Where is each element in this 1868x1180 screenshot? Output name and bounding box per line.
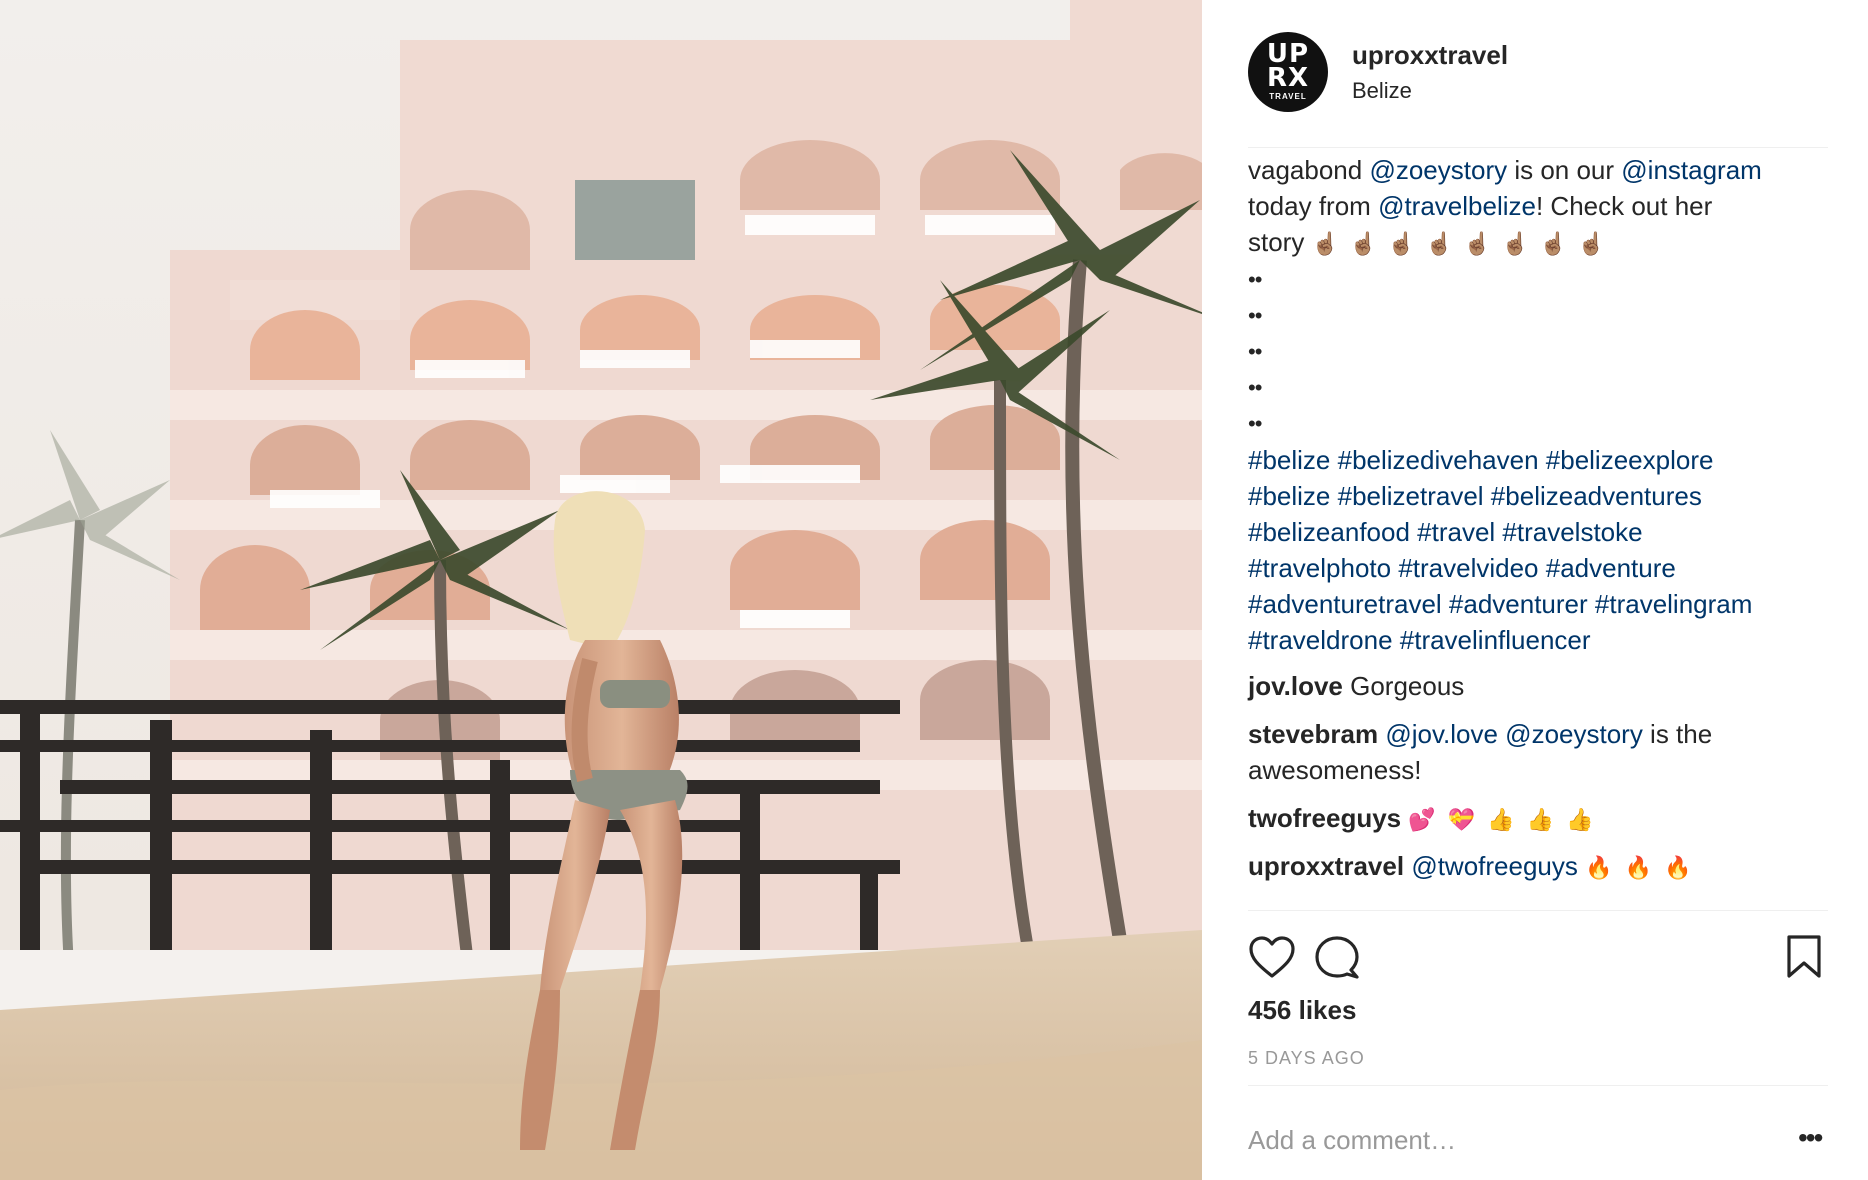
hashtag-line[interactable]: #belizeanfood #travel #travelstoke: [1248, 514, 1848, 550]
mention-travelbelize[interactable]: @travelbelize: [1378, 191, 1536, 221]
caption-dots-2: ••: [1248, 303, 1262, 328]
avatar-text-line3: TRAVEL: [1269, 92, 1307, 101]
add-comment-input[interactable]: [1248, 1120, 1748, 1160]
avatar-text-line2: RX: [1266, 63, 1310, 93]
gift-heart-emoji: 💝: [1447, 807, 1476, 832]
bookmark-icon: [1787, 935, 1821, 978]
save-button[interactable]: [1785, 934, 1823, 985]
thumbs-up-emoji: 👍: [1487, 807, 1515, 832]
mention-instagram[interactable]: @instagram: [1621, 155, 1762, 185]
fire-emoji: 🔥: [1585, 855, 1613, 880]
caption-line-2: today from @travelbelize! Check out her: [1248, 188, 1848, 224]
pointing-up-hand-emoji: ☝🏽: [1425, 231, 1453, 256]
more-options-icon[interactable]: •••: [1798, 1124, 1823, 1152]
comment-mention[interactable]: @twofreeguys: [1411, 851, 1578, 881]
pointing-up-hand-emojis: ☝🏽 ☝🏽 ☝🏽 ☝🏽 ☝🏽 ☝🏽 ☝🏽 ☝🏽: [1312, 227, 1616, 257]
caption-dots-4: ••: [1248, 375, 1262, 400]
comment-bubble-icon: [1315, 936, 1359, 979]
likes-count[interactable]: 456 likes: [1248, 995, 1356, 1026]
actions-divider: [1248, 910, 1828, 911]
pointing-up-hand-emoji: ☝🏽: [1311, 231, 1339, 256]
hashtag-line[interactable]: #belize #belizetravel #belizeadventures: [1248, 478, 1848, 514]
thumbs-up-emoji: 👍: [1526, 807, 1555, 832]
post-sidebar: UP RX TRAVEL uproxxtravel Belize vagabon…: [1202, 0, 1868, 1180]
comment-username[interactable]: twofreeguys: [1248, 803, 1401, 833]
caption-line-1: vagabond @zoeystory is on our @instagram: [1248, 152, 1848, 188]
comment-text: is the: [1642, 719, 1713, 749]
fire-emoji: 🔥: [1663, 855, 1692, 880]
fire-emoji: 🔥: [1624, 855, 1652, 880]
pointing-up-hand-emoji: ☝🏽: [1463, 231, 1491, 256]
comment-text: awesomeness!: [1248, 755, 1422, 785]
post-location[interactable]: Belize: [1352, 78, 1412, 104]
comment-username[interactable]: stevebram: [1248, 719, 1378, 749]
comment-divider: [1248, 1085, 1828, 1086]
like-button[interactable]: [1248, 935, 1296, 984]
pointing-up-hand-emoji: ☝🏽: [1577, 231, 1605, 256]
caption-text: ! Check out her: [1535, 191, 1713, 221]
caption-text: vagabond: [1248, 155, 1370, 185]
comment-item: twofreeguys 💕 💝 👍 👍 👍: [1248, 800, 1848, 838]
hashtag-line[interactable]: #travelphoto #travelvideo #adventure: [1248, 550, 1848, 586]
post-username[interactable]: uproxxtravel: [1352, 40, 1508, 71]
caption-text: is on our: [1507, 155, 1622, 185]
pointing-up-hand-emoji: ☝🏽: [1387, 231, 1415, 256]
comment-item: jov.love Gorgeous: [1248, 668, 1848, 704]
post-timestamp[interactable]: 5 DAYS AGO: [1248, 1048, 1365, 1069]
pointing-up-hand-emoji: ☝🏽: [1539, 231, 1567, 256]
heart-emoji: 💕: [1408, 807, 1436, 832]
hashtag-line[interactable]: #traveldrone #travelinfluencer: [1248, 622, 1848, 658]
comment-item: uproxxtravel @twofreeguys 🔥 🔥 🔥: [1248, 848, 1848, 886]
comment-username[interactable]: uproxxtravel: [1248, 851, 1404, 881]
caption-line-3: story ☝🏽 ☝🏽 ☝🏽 ☝🏽 ☝🏽 ☝🏽 ☝🏽 ☝🏽: [1248, 224, 1848, 262]
comment-mention[interactable]: @jov.love: [1385, 719, 1498, 749]
comment-item: stevebram @jov.love @zoeystory is the aw…: [1248, 716, 1848, 788]
comment-text: Gorgeous: [1350, 671, 1465, 701]
post-header: [1248, 30, 1828, 148]
caption-dots-3: ••: [1248, 339, 1262, 364]
hashtag-line[interactable]: #adventuretravel #adventurer #travelingr…: [1248, 586, 1848, 622]
pointing-up-hand-emoji: ☝🏽: [1349, 231, 1377, 256]
hashtag-line[interactable]: #belize #belizedivehaven #belizeexplore: [1248, 442, 1848, 478]
pointing-up-hand-emoji: ☝🏽: [1501, 231, 1529, 256]
avatar[interactable]: UP RX TRAVEL: [1248, 32, 1328, 112]
post-photo-image: [0, 0, 1202, 1180]
caption-dots-5: ••: [1248, 411, 1262, 436]
heart-icon: [1249, 936, 1295, 978]
caption-dots-1: ••: [1248, 267, 1262, 292]
post-photo[interactable]: [0, 0, 1202, 1180]
post-caption: vagabond @zoeystory is on our @instagram…: [1248, 152, 1848, 658]
comment-username[interactable]: jov.love: [1248, 671, 1343, 701]
caption-text: story: [1248, 227, 1305, 257]
thumbs-up-emoji: 👍: [1566, 807, 1594, 832]
mention-zoeystory[interactable]: @zoeystory: [1369, 155, 1507, 185]
comment-mention[interactable]: @zoeystory: [1505, 719, 1643, 749]
caption-text: today from: [1248, 191, 1379, 221]
comment-button[interactable]: [1314, 934, 1360, 985]
